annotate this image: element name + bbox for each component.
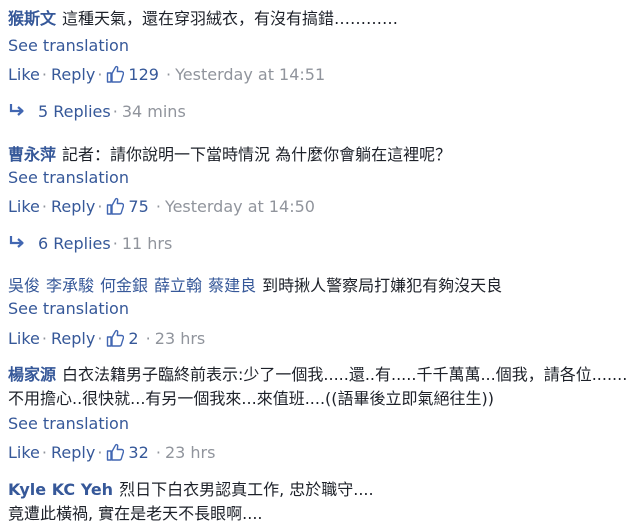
- comment-author[interactable]: 楊家源: [8, 365, 56, 384]
- thumbs-up-icon[interactable]: [106, 329, 125, 352]
- comment-author[interactable]: 猴斯文: [8, 9, 56, 28]
- comment-text: 白衣法籍男子臨終前表示:少了一個我.....還..有.....千千萬萬...個我…: [8, 365, 628, 408]
- like-button[interactable]: Like: [8, 197, 40, 216]
- comment-timestamp[interactable]: Yesterday at 14:50: [165, 197, 315, 216]
- comment-timestamp[interactable]: 23 hrs: [155, 329, 206, 348]
- replies-row[interactable]: 6 Replies · 11 hrs: [8, 233, 639, 256]
- reply-button[interactable]: Reply: [51, 197, 95, 216]
- replies-link[interactable]: 5 Replies: [38, 102, 111, 121]
- like-count[interactable]: 75: [128, 197, 148, 216]
- reply-button[interactable]: Reply: [51, 329, 95, 348]
- replies-link[interactable]: 6 Replies: [38, 234, 111, 253]
- tagged-user[interactable]: 薛立翰: [154, 276, 202, 295]
- comment-author[interactable]: Kyle KC Yeh: [8, 480, 113, 499]
- reply-button[interactable]: Reply: [51, 443, 95, 462]
- translation-row: See translation: [8, 298, 639, 319]
- translation-row: See translation: [8, 35, 639, 56]
- comment-5: Kyle KC Yeh 烈日下白衣男認真工作, 忠於職守....: [8, 479, 639, 500]
- comment-2: 曹永萍 記者：請你說明一下當時情況 為什麼你會躺在這裡呢？: [8, 144, 639, 165]
- see-translation-link[interactable]: See translation: [8, 414, 129, 433]
- thumbs-up-icon[interactable]: [106, 197, 125, 220]
- reply-arrow-icon: [8, 103, 30, 124]
- comment-actions: Like · Reply · 2 · 23 hrs: [8, 328, 639, 352]
- like-button[interactable]: Like: [8, 65, 40, 84]
- comment-text: 竟遭此橫禍, 實在是老天不長眼啊....: [8, 504, 263, 523]
- translation-row: See translation: [8, 167, 639, 188]
- comment-text: 到時揪人警察局打嫌犯有夠沒天良: [262, 276, 503, 295]
- reply-button[interactable]: Reply: [51, 65, 95, 84]
- comment-text: 這種天氣，還在穿羽絨衣，有沒有搞錯…………: [62, 9, 399, 28]
- comment-actions: Like · Reply · 32 · 23 hrs: [8, 442, 639, 466]
- comment-actions: Like · Reply · 129 · Yesterday at 14:51: [8, 64, 639, 88]
- comment-text: 記者：請你說明一下當時情況 為什麼你會躺在這裡呢？: [62, 145, 452, 164]
- thumbs-up-icon[interactable]: [106, 65, 125, 88]
- comment-text: 烈日下白衣男認真工作, 忠於職守....: [119, 480, 374, 499]
- comment-1: 猴斯文 這種天氣，還在穿羽絨衣，有沒有搞錯…………: [8, 8, 639, 29]
- tagged-user[interactable]: 何金銀: [100, 276, 148, 295]
- comment-timestamp[interactable]: Yesterday at 14:51: [175, 65, 325, 84]
- see-translation-link[interactable]: See translation: [8, 36, 129, 55]
- thumbs-up-icon[interactable]: [106, 443, 125, 466]
- tagged-user[interactable]: 蔡建良: [208, 276, 256, 295]
- reply-arrow-icon: [8, 235, 30, 256]
- like-count[interactable]: 2: [128, 329, 138, 348]
- replies-row[interactable]: 5 Replies · 34 mins: [8, 101, 639, 124]
- like-count[interactable]: 32: [128, 443, 148, 462]
- like-button[interactable]: Like: [8, 329, 40, 348]
- translation-row: See translation: [8, 413, 639, 434]
- like-count[interactable]: 129: [128, 65, 159, 84]
- comment-timestamp[interactable]: 23 hrs: [165, 443, 216, 462]
- comment-text-line-2: 竟遭此橫禍, 實在是老天不長眼啊....: [8, 503, 639, 524]
- replies-timestamp: 34 mins: [121, 102, 186, 121]
- see-translation-link[interactable]: See translation: [8, 168, 129, 187]
- see-translation-link[interactable]: See translation: [8, 299, 129, 318]
- comment-actions: Like · Reply · 75 · Yesterday at 14:50: [8, 196, 639, 220]
- comment-3: 吳俊 李承駿 何金銀 薛立翰 蔡建良 到時揪人警察局打嫌犯有夠沒天良: [8, 275, 639, 296]
- comment-author[interactable]: 曹永萍: [8, 145, 56, 164]
- like-button[interactable]: Like: [8, 443, 40, 462]
- replies-timestamp: 11 hrs: [121, 234, 173, 253]
- tagged-user[interactable]: 李承駿: [46, 276, 94, 295]
- comment-author[interactable]: 吳俊: [8, 276, 40, 295]
- comment-4: 楊家源 白衣法籍男子臨終前表示:少了一個我.....還..有.....千千萬萬..…: [8, 363, 639, 411]
